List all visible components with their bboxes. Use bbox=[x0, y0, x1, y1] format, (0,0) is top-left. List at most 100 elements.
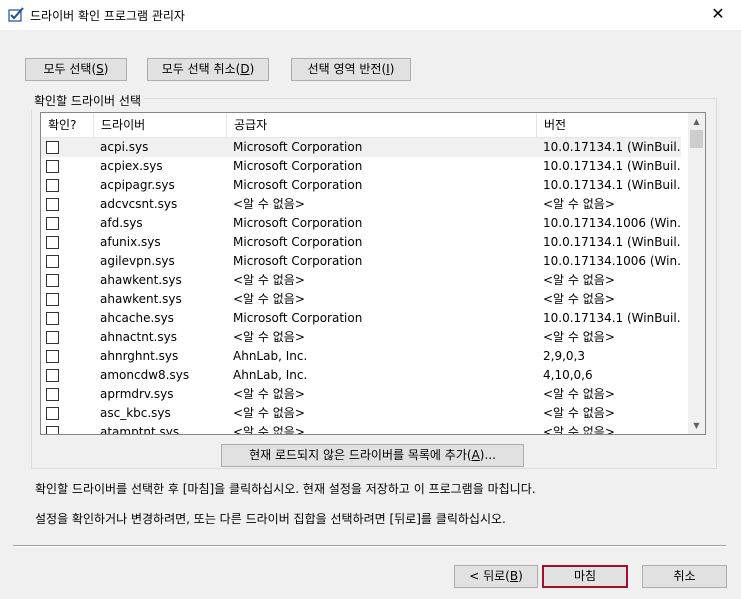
version-cell: 10.0.17134.1006 (Win... bbox=[543, 254, 681, 268]
table-row[interactable]: ahnrghnt.sys AhnLab, Inc. 2,9,0,3 bbox=[41, 347, 681, 366]
title-bar: 드라이버 확인 프로그램 관리자 ✕ bbox=[0, 0, 741, 30]
row-check-cell bbox=[41, 404, 94, 423]
row-checkbox[interactable] bbox=[46, 160, 59, 173]
row-checkbox[interactable] bbox=[46, 350, 59, 363]
back-button[interactable]: < 뒤로(B) bbox=[454, 565, 538, 588]
group-label: 확인할 드라이버 선택 bbox=[31, 92, 144, 109]
table-row[interactable]: amoncdw8.sys AhnLab, Inc. 4,10,0,6 bbox=[41, 366, 681, 385]
row-checkbox[interactable] bbox=[46, 312, 59, 325]
version-cell: <알 수 없음> bbox=[543, 197, 615, 211]
provider-cell: Microsoft Corporation bbox=[233, 159, 363, 173]
provider-cell: <알 수 없음> bbox=[233, 387, 305, 401]
version-cell: <알 수 없음> bbox=[543, 273, 615, 287]
table-row[interactable]: ahnactnt.sys <알 수 없음> <알 수 없음> bbox=[41, 328, 681, 347]
select-all-button[interactable]: 모두 선택(S) bbox=[25, 58, 127, 81]
row-checkbox[interactable] bbox=[46, 369, 59, 382]
row-checkbox[interactable] bbox=[46, 236, 59, 249]
invert-selection-button[interactable]: 선택 영역 반전(I) bbox=[291, 58, 411, 81]
driver-name-cell: ahawkent.sys bbox=[100, 292, 182, 306]
table-row[interactable]: acpiex.sys Microsoft Corporation 10.0.1713… bbox=[41, 157, 681, 176]
driver-name-cell: ahnrghnt.sys bbox=[100, 349, 179, 363]
column-header-check[interactable]: 확인? bbox=[41, 113, 94, 137]
scroll-thumb[interactable] bbox=[690, 130, 703, 148]
row-checkbox[interactable] bbox=[46, 388, 59, 401]
row-checkbox[interactable] bbox=[46, 426, 59, 434]
driver-name-cell: aprmdrv.sys bbox=[100, 387, 174, 401]
instruction-text-1: 확인할 드라이버를 선택한 후 [마침]을 클릭하십시오. 현재 설정을 저장하… bbox=[35, 482, 536, 496]
version-cell: 10.0.17134.1 (WinBuil... bbox=[543, 235, 681, 249]
version-cell: 10.0.17134.1 (WinBuil... bbox=[543, 178, 681, 192]
row-check-cell bbox=[41, 328, 94, 347]
row-checkbox[interactable] bbox=[46, 255, 59, 268]
provider-cell: Microsoft Corporation bbox=[233, 178, 363, 192]
row-check-cell bbox=[41, 347, 94, 366]
row-checkbox[interactable] bbox=[46, 274, 59, 287]
table-row[interactable]: agilevpn.sys Microsoft Corporation 10.0.17… bbox=[41, 252, 681, 271]
window-title: 드라이버 확인 프로그램 관리자 bbox=[30, 9, 185, 23]
version-cell: <알 수 없음> bbox=[543, 292, 615, 306]
row-check-cell bbox=[41, 423, 94, 434]
row-checkbox[interactable] bbox=[46, 141, 59, 154]
driver-name-cell: acpipagr.sys bbox=[100, 178, 175, 192]
provider-cell: Microsoft Corporation bbox=[233, 311, 363, 325]
version-cell: 10.0.17134.1 (WinBuil... bbox=[537, 138, 681, 157]
close-button[interactable]: ✕ bbox=[695, 0, 741, 30]
column-header-provider[interactable]: 공급자 bbox=[227, 113, 537, 137]
provider-cell: <알 수 없음> bbox=[233, 273, 305, 287]
instruction-text-2: 설정을 확인하거나 변경하려면, 또는 다른 드라이버 집합을 선택하려면 [뒤… bbox=[35, 512, 506, 526]
provider-cell: Microsoft Corporation bbox=[233, 235, 363, 249]
version-cell: 4,10,0,6 bbox=[543, 368, 593, 382]
table-row[interactable]: ahawkent.sys <알 수 없음> <알 수 없음> bbox=[41, 271, 681, 290]
driver-name-cell: afd.sys bbox=[100, 216, 143, 230]
row-check-cell bbox=[41, 195, 94, 214]
list-body: acpi.sys Microsoft Corporation 10.0.17134.… bbox=[41, 138, 681, 434]
column-header-driver[interactable]: 드라이버 bbox=[94, 113, 227, 137]
row-checkbox[interactable] bbox=[46, 293, 59, 306]
table-row[interactable]: ahawkent.sys <알 수 없음> <알 수 없음> bbox=[41, 290, 681, 309]
driver-name-cell: agilevpn.sys bbox=[100, 254, 175, 268]
provider-cell: AhnLab, Inc. bbox=[233, 349, 308, 363]
deselect-all-button[interactable]: 모두 선택 취소(D) bbox=[147, 58, 269, 81]
table-row[interactable]: atamptnt.sys <알 수 없음> <알 수 없음> bbox=[41, 423, 681, 434]
provider-cell: <알 수 없음> bbox=[233, 406, 305, 420]
version-cell: 10.0.17134.1 (WinBuil... bbox=[543, 159, 681, 173]
table-row[interactable]: afd.sys Microsoft Corporation 10.0.17134.1… bbox=[41, 214, 681, 233]
provider-cell: <알 수 없음> bbox=[233, 197, 305, 211]
version-cell: <알 수 없음> bbox=[543, 387, 615, 401]
version-cell: <알 수 없음> bbox=[543, 406, 615, 420]
version-cell: 2,9,0,3 bbox=[543, 349, 585, 363]
row-checkbox[interactable] bbox=[46, 217, 59, 230]
provider-cell: Microsoft Corporation bbox=[227, 138, 537, 157]
scroll-down-icon[interactable]: ▼ bbox=[688, 417, 705, 434]
scroll-up-icon[interactable]: ▲ bbox=[688, 113, 705, 130]
driver-name-cell: ahcache.sys bbox=[100, 311, 174, 325]
driver-name-cell: acpiex.sys bbox=[100, 159, 163, 173]
driver-list[interactable]: 확인? 드라이버 공급자 버전 acpi.sys Microsoft Corpor… bbox=[40, 112, 706, 435]
table-row[interactable]: aprmdrv.sys <알 수 없음> <알 수 없음> bbox=[41, 385, 681, 404]
table-row[interactable]: afunix.sys Microsoft Corporation 10.0.1713… bbox=[41, 233, 681, 252]
row-check-cell bbox=[41, 233, 94, 252]
row-checkbox[interactable] bbox=[46, 331, 59, 344]
row-checkbox[interactable] bbox=[46, 407, 59, 420]
vertical-scrollbar[interactable]: ▲ ▼ bbox=[688, 113, 705, 434]
driver-name-cell: adcvcsnt.sys bbox=[100, 197, 178, 211]
driver-name-cell: ahnactnt.sys bbox=[100, 330, 177, 344]
row-checkbox[interactable] bbox=[46, 179, 59, 192]
finish-button[interactable]: 마침 bbox=[542, 565, 628, 588]
provider-cell: <알 수 없음> bbox=[233, 330, 305, 344]
table-row[interactable]: asc_kbc.sys <알 수 없음> <알 수 없음> bbox=[41, 404, 681, 423]
table-row[interactable]: adcvcsnt.sys <알 수 없음> <알 수 없음> bbox=[41, 195, 681, 214]
row-check-cell bbox=[41, 138, 94, 157]
table-row[interactable]: ahcache.sys Microsoft Corporation 10.0.171… bbox=[41, 309, 681, 328]
driver-name-cell: acpi.sys bbox=[94, 138, 227, 157]
row-check-cell bbox=[41, 290, 94, 309]
row-checkbox[interactable] bbox=[46, 198, 59, 211]
table-row[interactable]: acpi.sys Microsoft Corporation 10.0.17134.… bbox=[41, 138, 681, 157]
table-row[interactable]: acpipagr.sys Microsoft Corporation 10.0.17… bbox=[41, 176, 681, 195]
row-check-cell bbox=[41, 309, 94, 328]
column-header-version[interactable]: 버전 bbox=[537, 113, 681, 137]
cancel-button[interactable]: 취소 bbox=[642, 565, 727, 588]
provider-cell: <알 수 없음> bbox=[233, 292, 305, 306]
provider-cell: Microsoft Corporation bbox=[233, 254, 363, 268]
add-unloaded-drivers-button[interactable]: 현재 로드되지 않은 드라이버를 목록에 추가(A)... bbox=[221, 444, 524, 467]
